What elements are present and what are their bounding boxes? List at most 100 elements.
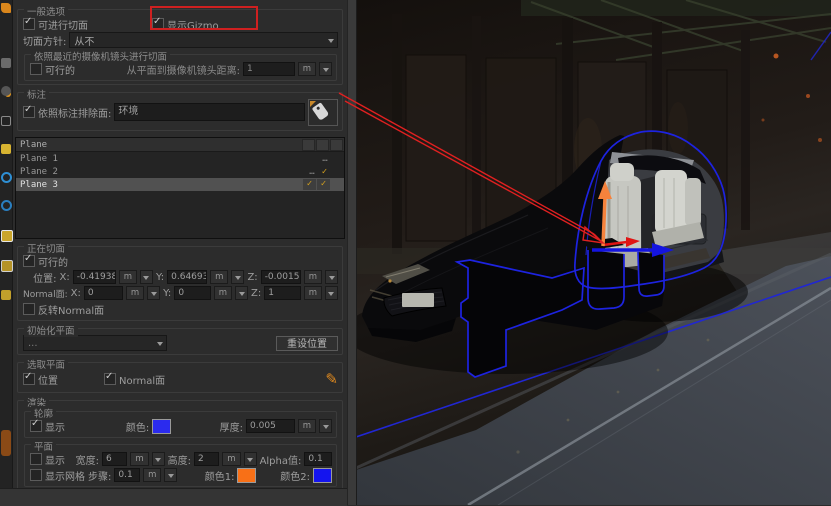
grid-step-input[interactable]: 0.1 [114,468,140,482]
grid-color1-swatch[interactable] [237,468,256,483]
position-y-input[interactable]: 0.64693 [167,270,207,284]
outline-show-checkbox[interactable] [30,420,42,432]
viewport-3d[interactable] [356,0,831,505]
grid-color2-swatch[interactable] [313,468,332,483]
camera-distance-input[interactable]: 1 [243,62,295,76]
plane-alpha-input[interactable]: 0.1 [304,452,332,466]
normal-y-input[interactable]: 0 [174,286,210,300]
x-label: X: [60,272,70,283]
plane-row-name: Plane 3 [20,180,303,190]
target-icon[interactable] [1,86,11,96]
camera-cut-row: 可行的 从平面到摄像机镜头距离: 1 m [30,61,332,77]
group-init-plane: 初始化平面 ... 重设位置 [17,328,343,355]
normal-z-input[interactable]: 1 [264,286,300,300]
unit-select[interactable]: m [298,419,316,433]
bucket-icon[interactable] [1,144,11,154]
plane-width-input[interactable]: 6 [102,452,127,466]
normal-x-input[interactable]: 0 [84,286,123,300]
chevron-down-icon[interactable] [319,62,332,76]
cut-policy-dropdown[interactable]: 从不 [69,32,338,48]
panel-scrollbar[interactable] [347,0,357,505]
plane-list-row-selected[interactable]: Plane 3 ✓ ✓ [16,178,344,191]
column-1-header[interactable] [302,139,315,151]
more-dots[interactable]: … [305,167,318,177]
unit-select[interactable]: m [210,270,228,284]
group-pick-plane: 选取平面 位置 Normal面 ✎ [17,362,343,393]
flame-icon[interactable] [1,3,11,13]
unit-select[interactable]: m [143,468,161,482]
camera-distance-unit[interactable]: m [298,62,316,76]
check-icon[interactable]: ✓ [318,167,331,177]
chevron-down-icon[interactable] [147,286,160,300]
chevron-down-icon[interactable] [244,452,257,466]
chevron-down-icon[interactable] [325,270,338,284]
plane-show-checkbox[interactable] [30,453,42,465]
unit-select[interactable]: m [304,286,322,300]
grid-color2-label: 颜色2: [280,468,310,483]
chevron-down-icon[interactable] [325,286,338,300]
orbit2-icon[interactable] [1,200,12,211]
column-2-header[interactable] [316,139,329,151]
z-label: Z: [247,272,257,283]
folder-icon[interactable] [1,230,13,242]
unit-select[interactable]: m [222,452,240,466]
plane-list-row[interactable]: Plane 1 … [16,152,344,165]
frame-icon[interactable] [1,116,11,126]
grid-show-checkbox[interactable] [30,469,42,481]
annotation-exclude-input[interactable]: 环境 [114,103,305,121]
check-icon[interactable]: ✓ [303,179,316,190]
outline-row: 显示 颜色: 厚度: 0.005 m [30,418,332,434]
pick-plane-row: 位置 Normal面 ✎ [23,369,338,389]
sparkle-icon[interactable] [1,58,11,68]
plane-height-input[interactable]: 2 [194,452,219,466]
chevron-down-icon[interactable] [231,270,244,284]
plane-list-row[interactable]: Plane 2 … ✓ [16,165,344,178]
annotation-row: 依照标注排除面: 环境 [23,99,338,125]
group-camera-cut: 依照最近的摄像机镜头进行切面 可行的 从平面到摄像机镜头距离: 1 m [24,54,337,81]
camera-cut-enable-checkbox[interactable] [30,63,42,75]
z-label: Z: [251,288,261,299]
check-icon[interactable]: ✓ [317,179,330,190]
position-label: 位置: [23,270,57,285]
position-z-input[interactable]: -0.001533 [261,270,301,284]
unit-select[interactable]: m [214,286,232,300]
camera-cut-enable-label: 可行的 [45,62,75,77]
reset-position-button[interactable]: 重设位置 [276,336,338,351]
clay-icon[interactable] [1,430,11,456]
active-cut-enable-label: 可行的 [38,254,68,269]
unit-select[interactable]: m [119,270,137,284]
chevron-down-icon[interactable] [140,270,153,284]
unit-select[interactable]: m [304,270,322,284]
chevron-down-icon [324,33,337,47]
chevron-down-icon[interactable] [319,419,332,433]
unit-select[interactable]: m [130,452,148,466]
pick-normal-label: Normal面 [119,372,165,387]
chevron-down-icon[interactable] [235,286,248,300]
outline-thickness-input[interactable]: 0.005 [246,419,295,433]
chevron-down-icon[interactable] [152,452,165,466]
pick-position-label: 位置 [38,372,58,387]
more-dots[interactable]: … [318,154,331,164]
column-3-header[interactable] [330,139,343,151]
enable-cut-checkbox[interactable] [23,18,35,30]
edit-pencil-icon[interactable]: ✎ [325,373,338,385]
init-plane-dropdown[interactable]: ... [23,335,167,351]
tag-picker-button[interactable] [308,99,338,126]
orbit-icon[interactable] [1,172,12,183]
outline-color-swatch[interactable] [152,419,171,434]
annotation-exclude-checkbox[interactable] [23,106,35,118]
unit-select[interactable]: m [126,286,144,300]
chevron-down-icon[interactable] [164,468,177,482]
pick-position-checkbox[interactable] [23,373,35,385]
active-cut-enable-checkbox[interactable] [23,255,35,267]
highlight-rectangle [150,6,258,30]
position-x-input[interactable]: -0.419385 [73,270,116,284]
outline-thickness-label: 厚度: [220,419,243,434]
active-cut-enable-row: 可行的 [23,253,338,269]
folder2-icon[interactable] [1,260,13,272]
invert-normal-checkbox[interactable] [23,303,35,315]
folder3-icon[interactable] [1,290,11,300]
left-mini-toolbar [0,0,13,505]
pick-normal-checkbox[interactable] [104,373,116,385]
group-pick-plane-legend: 选取平面 [24,357,68,371]
